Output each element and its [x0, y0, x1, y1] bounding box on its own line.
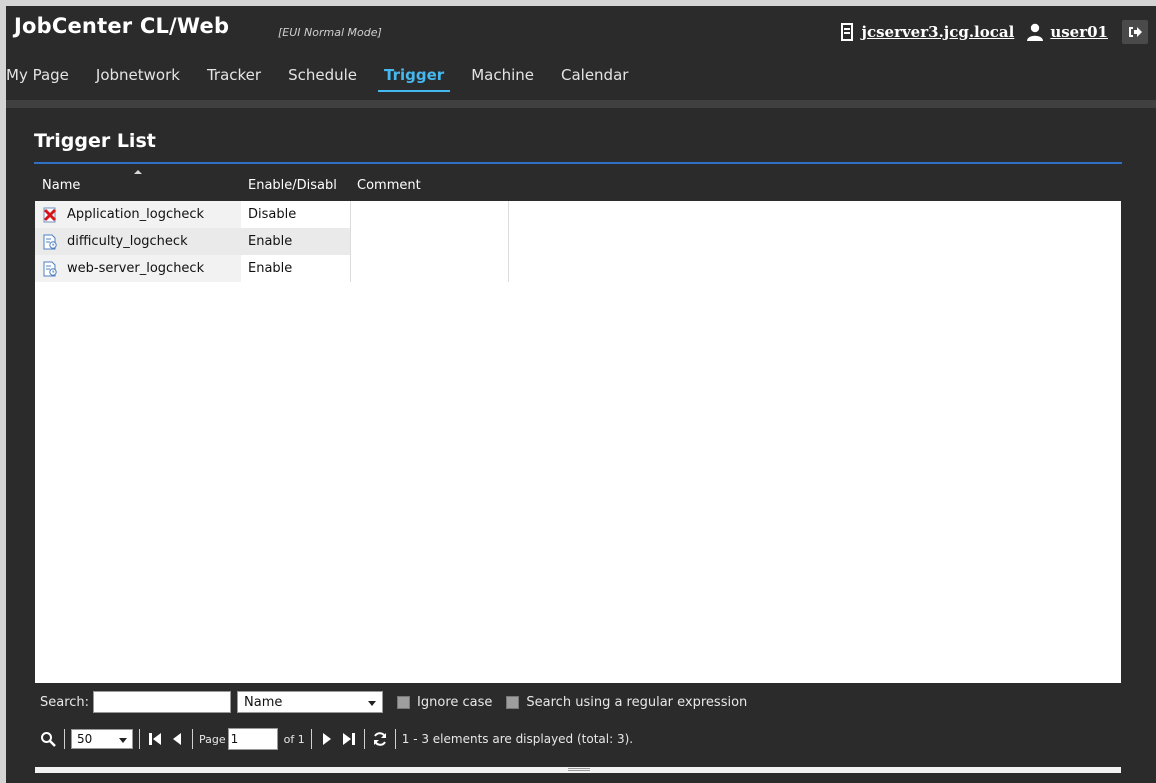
last-page-icon — [342, 732, 356, 746]
name-cell: web-server_logcheck — [35, 255, 241, 282]
toolbar-separator — [363, 729, 365, 749]
column-header-status[interactable]: Enable/Disabl — [248, 178, 358, 193]
app-window: JobCenter CL/Web [EUI Normal Mode] jcser… — [6, 6, 1156, 783]
trigger-icon — [41, 260, 59, 278]
last-page-button[interactable] — [340, 728, 358, 750]
tab-calendar[interactable]: Calendar — [561, 60, 628, 96]
pager-status: 1 - 3 elements are displayed (total: 3). — [401, 732, 634, 746]
ignore-case-option[interactable]: Ignore case — [397, 695, 492, 710]
column-header-name[interactable]: Name — [42, 178, 242, 193]
status-cell: Enable — [241, 228, 350, 255]
next-page-icon — [322, 732, 332, 746]
search-icon — [40, 731, 56, 747]
status-cell: Enable — [248, 261, 293, 276]
tab-my-page[interactable]: My Page — [6, 60, 69, 96]
pagination-toolbar: 50 Page 1 of 1 1 - 3 elements are displa… — [34, 726, 1122, 752]
server-icon — [838, 22, 856, 42]
disabled-trigger-icon — [41, 206, 59, 224]
toolbar-separator — [192, 729, 193, 749]
app-header: JobCenter CL/Web [EUI Normal Mode] jcser… — [6, 6, 1156, 56]
toolbar-separator — [64, 729, 65, 749]
page-number-input[interactable]: 1 — [227, 728, 278, 750]
search-field-select[interactable]: Name — [237, 691, 384, 713]
tab-jobnetwork[interactable]: Jobnetwork — [96, 60, 180, 96]
refresh-icon — [372, 731, 388, 747]
toolbar-separator — [139, 729, 140, 749]
chevron-down-icon — [119, 737, 127, 743]
page-label: Page — [199, 732, 226, 746]
toolbar-separator — [310, 729, 312, 749]
first-page-icon — [148, 732, 162, 746]
prev-page-button[interactable] — [168, 728, 186, 750]
trigger-icon — [41, 233, 59, 251]
comment-cell — [350, 255, 509, 282]
regex-option[interactable]: Search using a regular expression — [506, 695, 747, 710]
refresh-button[interactable] — [371, 728, 389, 750]
row-name: web-server_logcheck — [67, 261, 205, 276]
page-size-value: 50 — [77, 732, 93, 746]
ignore-case-label: Ignore case — [417, 694, 493, 710]
page-size-select[interactable]: 50 — [71, 729, 133, 749]
row-name: Application_logcheck — [67, 207, 205, 222]
app-title: JobCenter CL/Web — [14, 14, 230, 38]
logout-icon — [1128, 26, 1142, 38]
logout-button[interactable] — [1122, 20, 1148, 44]
page-title: Trigger List — [34, 130, 156, 152]
comment-cell — [350, 228, 509, 255]
sort-ascending-icon — [134, 170, 142, 174]
regex-label: Search using a regular expression — [526, 694, 748, 710]
regex-checkbox[interactable] — [506, 695, 520, 709]
trigger-table: Application_logcheck Disable difficulty_… — [35, 201, 1121, 683]
page-of-label: of 1 — [283, 732, 305, 746]
mode-label: [EUI Normal Mode] — [278, 26, 382, 39]
prev-page-icon — [172, 732, 182, 746]
search-input[interactable] — [93, 691, 232, 713]
name-cell: difficulty_logcheck — [35, 228, 241, 255]
comment-cell — [350, 201, 509, 228]
resize-grip-icon — [568, 768, 590, 771]
header-right: jcserver3.jcg.local user01 — [838, 20, 1148, 44]
table-row[interactable]: Application_logcheck Disable — [35, 201, 509, 228]
search-label: Search: — [40, 694, 90, 710]
name-cell: Application_logcheck — [35, 201, 241, 228]
tab-machine[interactable]: Machine — [471, 60, 534, 96]
column-header-comment[interactable]: Comment — [357, 178, 477, 193]
tab-schedule[interactable]: Schedule — [288, 60, 357, 96]
user-icon — [1026, 22, 1044, 42]
title-underline — [34, 162, 1122, 164]
search-toolbar: Search: Name Ignore case Search using a … — [34, 689, 1122, 715]
status-cell: Disable — [248, 207, 297, 222]
user-link[interactable]: user01 — [1050, 23, 1108, 41]
tab-tracker[interactable]: Tracker — [207, 60, 261, 96]
nav-divider — [6, 100, 1156, 108]
first-page-button[interactable] — [146, 728, 164, 750]
table-row[interactable]: difficulty_logcheck Enable — [35, 228, 509, 255]
table-row[interactable]: web-server_logcheck Enable — [35, 255, 509, 282]
server-link[interactable]: jcserver3.jcg.local — [862, 23, 1015, 41]
tab-trigger[interactable]: Trigger — [377, 60, 451, 96]
search-field-value: Name — [244, 694, 283, 710]
ignore-case-checkbox[interactable] — [397, 695, 411, 709]
search-button[interactable] — [38, 728, 58, 750]
toolbar-separator — [394, 729, 396, 749]
chevron-down-icon — [368, 700, 377, 706]
row-name: difficulty_logcheck — [67, 234, 188, 249]
main-nav: My Page Jobnetwork Tracker Schedule Trig… — [6, 60, 655, 96]
next-page-button[interactable] — [318, 728, 336, 750]
